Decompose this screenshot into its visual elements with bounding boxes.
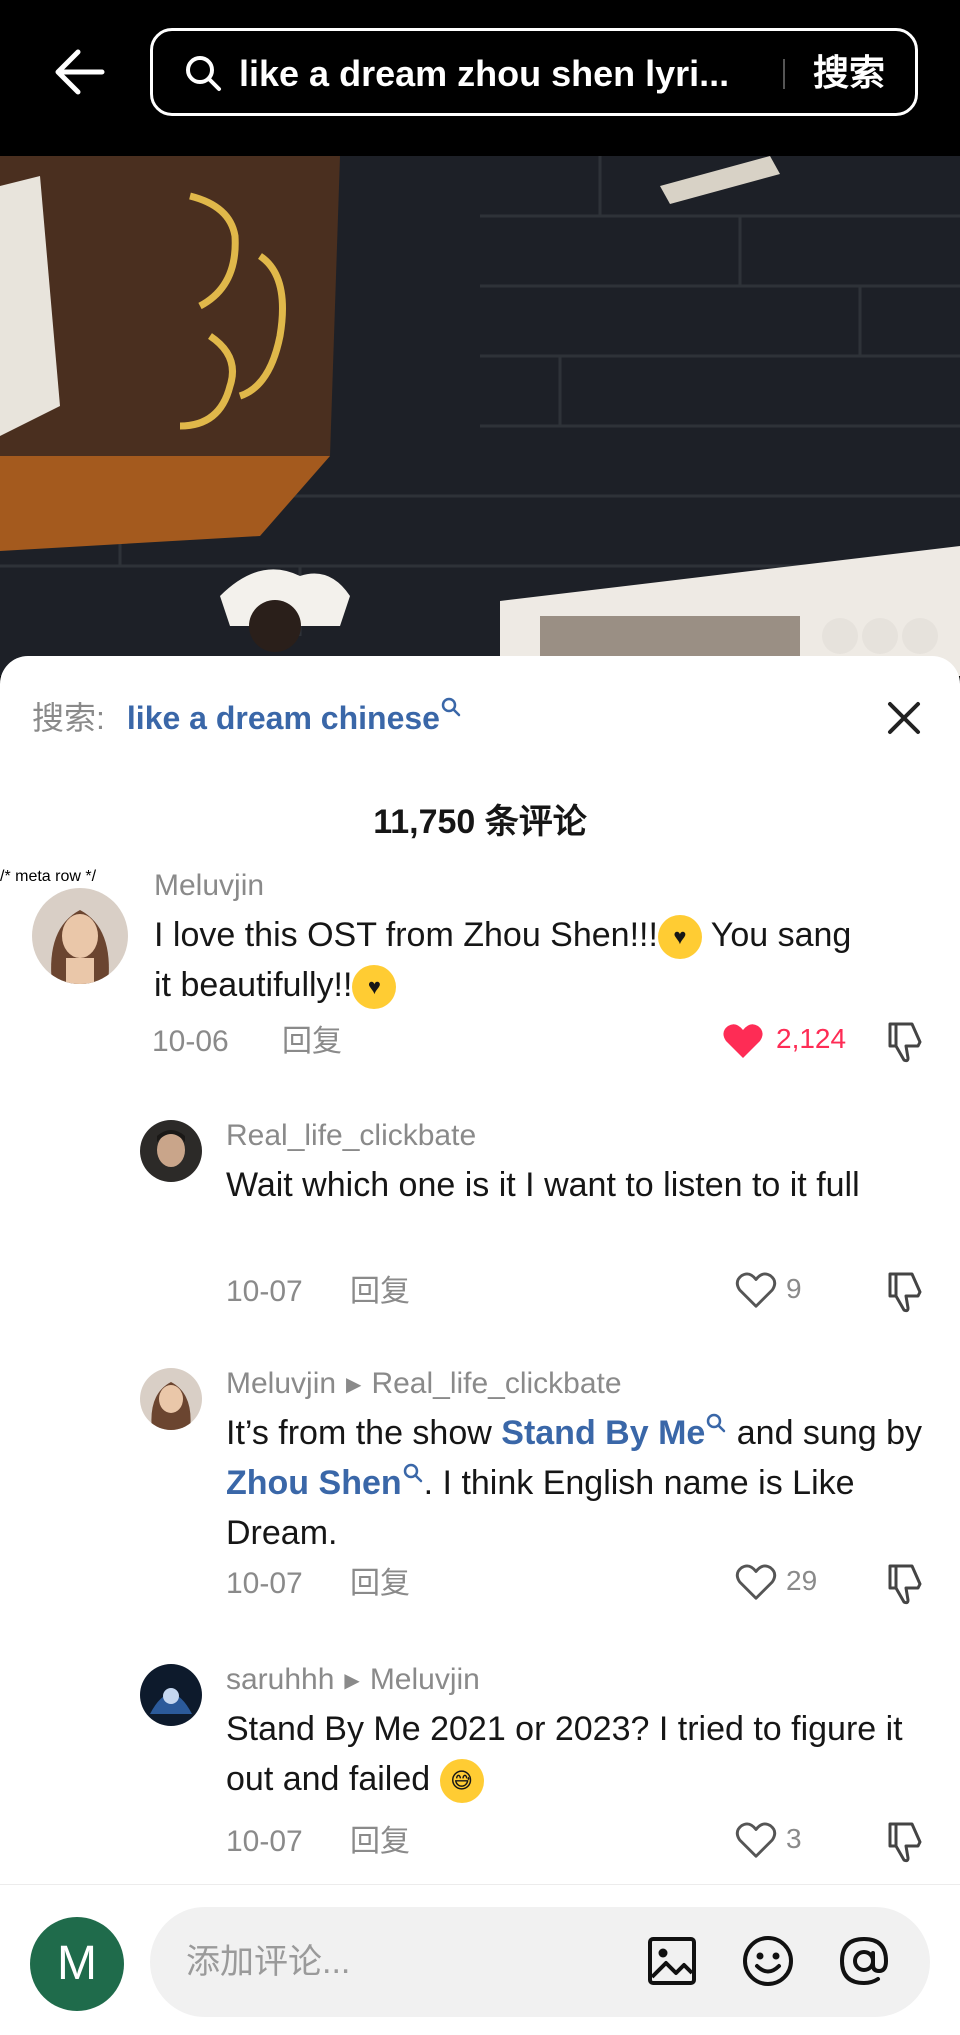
reply-button[interactable]: 回复 [350,1274,410,1310]
comment-date: 10-07 [226,1825,303,1858]
comment-input[interactable]: 添加评论... [150,1907,930,2017]
comment-item: Meluvjin ▶ Real_life_clickbate It’s from t… [0,1366,960,1606]
avatar[interactable] [140,1120,202,1182]
emoji-icon[interactable] [740,1933,796,1989]
related-search-keyword[interactable]: like a dream chinese [127,700,440,736]
like-count: 29 [786,1565,818,1596]
reply-to-username[interactable]: Meluvjin [370,1663,480,1696]
comment-usernames: saruhhh ▶ Meluvjin [226,1662,480,1699]
search-icon [707,1413,726,1433]
video-background [0,156,960,676]
dislike-icon[interactable] [882,1818,928,1864]
smiling-face-hearts-icon: ♥ [352,965,397,1010]
search-icon [183,53,223,93]
like-count: 2,124 [776,1023,847,1054]
comments-sheet: 搜索: like a dream chinese 11,750 条评论 Meluv… [0,656,960,2034]
heart-outline-icon[interactable] [734,1268,778,1312]
dislike-icon[interactable] [882,1018,928,1064]
comment-text: Wait which one is it I want to listen to… [226,1166,860,1204]
comment-item: saruhhh ▶ Meluvjin Stand By Me 2021 or 202… [0,1662,960,1864]
comment-username[interactable]: Real_life_clickbate [226,1118,476,1154]
comment-username[interactable]: Meluvjin [154,868,264,904]
related-search: 搜索: like a dream chinese [32,697,462,738]
reply-arrow-icon: ▶ [344,1670,360,1693]
dislike-icon[interactable] [882,1268,928,1314]
avatar[interactable] [140,1368,202,1430]
comment-text: I love this OST from Zhou Shen!!! ♥ You s… [154,910,874,1010]
like-count: 3 [786,1823,802,1854]
comment-date: 10-07 [226,1275,303,1308]
back-arrow-icon[interactable] [52,44,108,100]
search-link[interactable]: Zhou Shen [226,1464,402,1502]
user-avatar[interactable]: M [30,1917,124,2011]
comments-count: 11,750 条评论 [373,803,587,841]
comment-username[interactable]: Meluvjin [226,1367,336,1400]
heart-icon[interactable] [720,1018,766,1064]
comment-date: 10-07 [226,1567,303,1600]
smiling-face-hearts-icon: ♥ [657,915,702,960]
avatar[interactable] [140,1664,202,1726]
comment-text-part: Stand By Me 2021 or 2023? I tried to fig… [226,1710,903,1798]
mention-icon[interactable] [836,1933,892,1989]
comment-date: 10-06 [152,1025,229,1058]
related-search-label: 搜索: [32,700,105,736]
comment-username[interactable]: saruhhh [226,1663,334,1696]
comment-text: It’s from the show Stand By Me and sung … [226,1408,926,1558]
reply-button[interactable]: 回复 [350,1566,410,1602]
search-icon [441,697,461,717]
search-link[interactable]: Stand By Me [501,1414,705,1452]
heart-outline-icon[interactable] [734,1560,778,1604]
comment-text-part: and sung by [727,1414,923,1452]
reply-to-username[interactable]: Real_life_clickbate [371,1367,621,1400]
comment-text-part: I love this OST from Zhou Shen!!! [154,916,658,954]
reply-arrow-icon: ▶ [346,1374,362,1397]
comment-bar: M 添加评论... [0,1884,960,2035]
reply-button[interactable]: 回复 [350,1824,410,1860]
image-icon[interactable] [644,1933,700,1989]
comment-usernames: Meluvjin ▶ Real_life_clickbate [226,1366,622,1403]
comment-item: Real_life_clickbate Wait which one is it… [0,1118,960,1313]
reply-button[interactable]: 回复 [282,1024,342,1060]
search-divider [783,59,785,89]
avatar[interactable] [32,888,128,984]
search-query[interactable]: like a dream zhou shen lyri... [239,53,799,95]
search-bar[interactable]: like a dream zhou shen lyri... 搜索 [150,28,918,116]
like-count: 9 [786,1273,802,1304]
grinning-sweat-icon: 😅 [439,1759,484,1804]
close-icon[interactable] [882,696,926,740]
heart-outline-icon[interactable] [734,1818,778,1862]
comment-input-placeholder: 添加评论... [186,1943,351,1981]
comment-item: Meluvjin I love this OST from Zhou Shen!… [0,868,960,1063]
search-button[interactable]: 搜索 [813,51,885,95]
comment-text-part: It’s from the show [226,1414,502,1452]
comment-text: Stand By Me 2021 or 2023? I tried to fig… [226,1704,926,1804]
top-bar: like a dream zhou shen lyri... 搜索 [0,0,960,156]
video-frame-image [0,156,960,676]
dislike-icon[interactable] [882,1560,928,1606]
search-icon [403,1463,422,1483]
